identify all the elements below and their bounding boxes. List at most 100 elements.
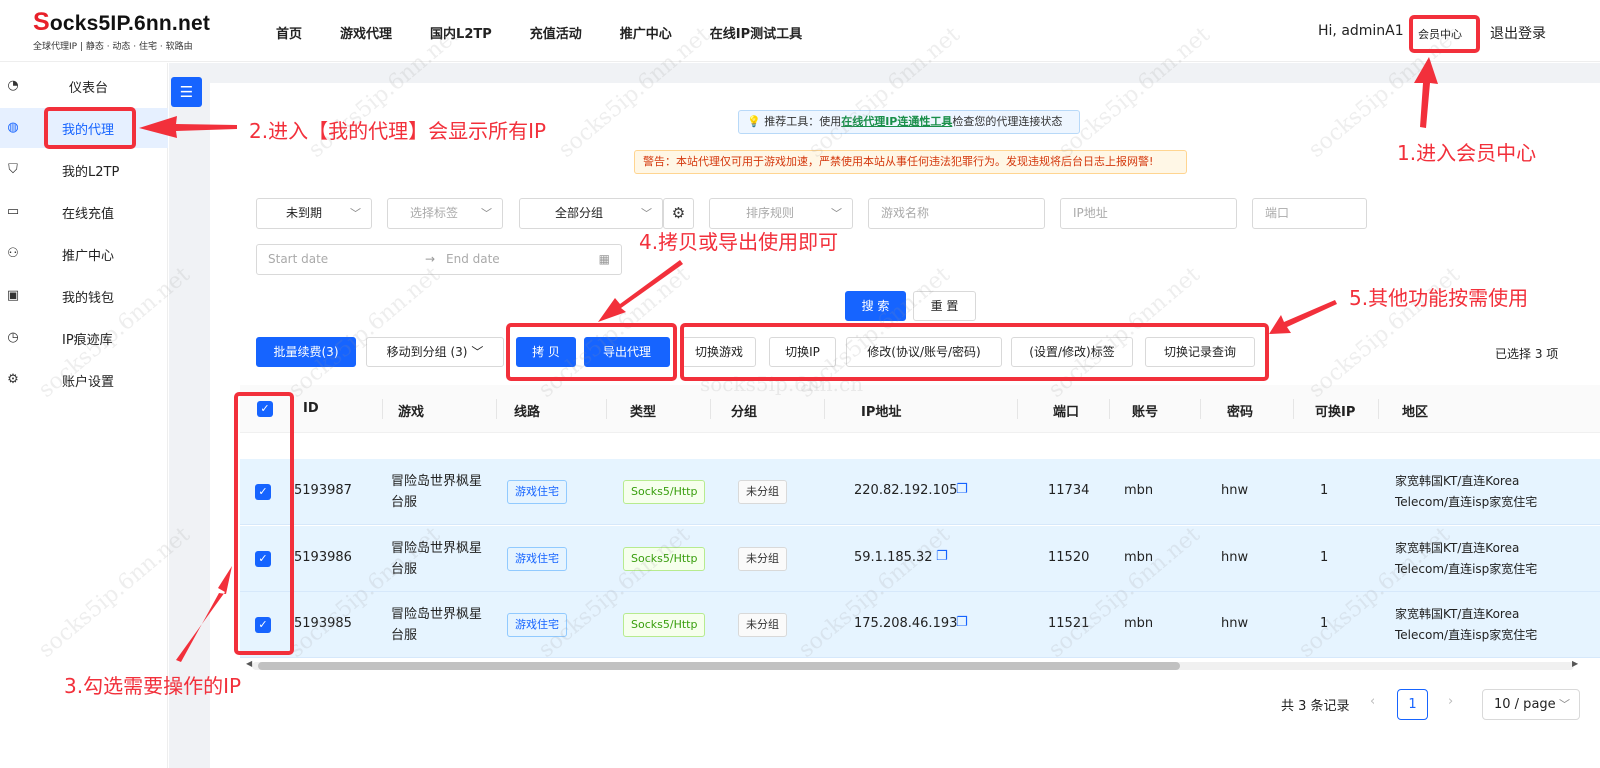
group-value: 全部分组 [555, 206, 604, 220]
page-number-current[interactable]: 1 [1397, 689, 1428, 720]
column-header-ip[interactable]: IP地址 [861, 401, 901, 420]
column-divider [606, 399, 607, 419]
cell-region-line1: 家宽韩国KT/直连Korea [1395, 474, 1520, 488]
column-divider [1200, 399, 1201, 419]
reset-button[interactable]: 重 置 [913, 291, 976, 321]
page-size-select[interactable]: 10 / page ﹀ [1482, 689, 1580, 720]
column-header-port[interactable]: 端口 [1053, 401, 1079, 420]
dashboard-icon: ◔ [7, 78, 19, 93]
prev-page-icon[interactable]: ‹ [1370, 694, 1375, 709]
users-icon: ⚇ [7, 246, 19, 261]
cell-password: hnw [1221, 616, 1249, 631]
group-select[interactable]: 全部分组 ﹀ [519, 198, 663, 229]
date-range-picker[interactable]: Start date → End date ▦ [256, 244, 622, 275]
move-to-group-select[interactable]: 移动到分组 (3) ﹀ [366, 337, 504, 367]
cell-ip: 175.208.46.193 [854, 616, 958, 631]
annotation-step4: 4.拷贝或导出使用即可 [639, 230, 839, 254]
user-greeting: Hi, adminA1 [1318, 23, 1404, 39]
site-logo[interactable]: Socks5IP.6nn.net 全球代理IP | 静态 · 动态 · 住宅 ·… [33, 8, 210, 52]
annotation-step3: 3.勾选需要操作的IP [64, 674, 242, 698]
cell-region-line1: 家宽韩国KT/直连Korea [1395, 607, 1520, 621]
cell-region: 家宽韩国KT/直连Korea Telecom/直连isp家宽住宅 [1395, 538, 1537, 580]
nav-promotion[interactable]: 推广中心 [620, 23, 672, 42]
table-row[interactable]: ✓ 5193987 冒险岛世界枫星 台服 游戏住宅 Socks5/Http 未分组… [240, 459, 1600, 525]
sidebar-item-promotion[interactable]: ⚇ 推广中心 [0, 234, 168, 274]
nav-ip-test-tool[interactable]: 在线IP测试工具 [710, 23, 802, 42]
cell-switchable: 1 [1320, 483, 1329, 498]
sidebar-item-label: 推广中心 [62, 248, 115, 264]
cell-account: mbn [1124, 616, 1154, 631]
scrollbar-thumb[interactable] [258, 662, 1180, 670]
copy-icon[interactable]: ❐ [956, 615, 968, 630]
pagination-total: 共 3 条记录 [1281, 699, 1350, 714]
end-date-input[interactable]: End date [446, 245, 500, 274]
expiry-select[interactable]: 未到期 ﹀ [256, 198, 372, 229]
cell-port: 11734 [1048, 483, 1090, 498]
search-button[interactable]: 搜 索 [845, 291, 906, 321]
ip-tool-link[interactable]: 在线代理IP连通性工具 [841, 115, 952, 128]
sidebar-item-recharge[interactable]: ▭ 在线充值 [0, 192, 168, 232]
sidebar-item-label: 在线充值 [62, 206, 115, 222]
scroll-left-icon[interactable]: ◀ [246, 659, 252, 668]
chevron-down-icon: ﹀ [641, 207, 652, 220]
cell-region-line2: Telecom/直连isp家宽住宅 [1395, 562, 1538, 576]
calendar-icon: ▦ [598, 252, 610, 266]
sidebar-item-wallet[interactable]: ▣ 我的钱包 [0, 276, 168, 316]
copy-icon[interactable]: ❐ [936, 549, 948, 564]
chevron-down-icon: ﹀ [831, 207, 842, 220]
column-header-game[interactable]: 游戏 [398, 401, 424, 420]
column-header-line[interactable]: 线路 [514, 401, 540, 420]
cell-switchable: 1 [1320, 616, 1329, 631]
nav-home[interactable]: 首页 [276, 23, 302, 42]
table-row[interactable]: ✓ 5193985 冒险岛世界枫星 台服 游戏住宅 Socks5/Http 未分组… [240, 592, 1600, 658]
annotation-step5: 5.其他功能按需使用 [1349, 286, 1529, 310]
column-header-account[interactable]: 账号 [1132, 401, 1158, 420]
cell-game-line1: 冒险岛世界枫星 [391, 541, 483, 556]
nav-l2tp[interactable]: 国内L2TP [430, 23, 492, 42]
column-divider [710, 399, 711, 419]
sidebar-item-account-settings[interactable]: ⚙ 账户设置 [0, 360, 168, 400]
sort-select[interactable]: 排序规则 ﹀ [709, 198, 853, 229]
lightbulb-icon: 💡 [747, 115, 761, 128]
nav-recharge[interactable]: 充值活动 [530, 23, 582, 42]
logo-initial: S [33, 8, 50, 36]
sidebar-item-dashboard[interactable]: ◔ 仪表台 [0, 66, 168, 106]
port-input[interactable]: 端口 [1252, 198, 1367, 229]
sidebar-item-my-l2tp[interactable]: ⛉ 我的L2TP [0, 150, 168, 190]
column-header-password[interactable]: 密码 [1227, 401, 1253, 420]
column-header-region[interactable]: 地区 [1402, 401, 1428, 420]
group-tag: 未分组 [738, 613, 787, 637]
column-divider [824, 399, 825, 419]
logo-subtitle: 全球代理IP | 静态 · 动态 · 住宅 · 软路由 [33, 42, 193, 52]
nav-game-proxy[interactable]: 游戏代理 [340, 23, 392, 42]
table-row[interactable]: ✓ 5193986 冒险岛世界枫星 台服 游戏住宅 Socks5/Http 未分组… [240, 526, 1600, 592]
column-header-group[interactable]: 分组 [731, 401, 757, 420]
sidebar-item-ip-history[interactable]: ◷ IP痕迹库 [0, 318, 168, 358]
tag-select[interactable]: 选择标签 ﹀ [387, 198, 503, 229]
logout-link[interactable]: 退出登录 [1490, 23, 1546, 43]
group-settings-button[interactable]: ⚙ [663, 198, 694, 229]
copy-icon[interactable]: ❐ [956, 482, 968, 497]
column-header-type[interactable]: 类型 [630, 401, 656, 420]
table-header: ✓ ID 游戏 线路 类型 分组 IP地址 端口 账号 密码 可换IP 地区 [240, 385, 1600, 433]
batch-renew-button[interactable]: 批量续费(3) [256, 337, 356, 367]
cell-id: 5193987 [294, 483, 352, 498]
sidebar-collapse-button[interactable]: ☰ [171, 77, 202, 107]
column-header-id[interactable]: ID [303, 401, 319, 416]
cell-game-line1: 冒险岛世界枫星 [391, 474, 483, 489]
type-tag: Socks5/Http [623, 547, 706, 571]
group-tag: 未分组 [738, 480, 787, 504]
start-date-input[interactable]: Start date [268, 245, 328, 274]
column-divider [382, 399, 383, 419]
cell-id: 5193986 [294, 550, 352, 565]
next-page-icon[interactable]: › [1448, 694, 1453, 709]
chevron-down-icon: ﹀ [471, 345, 484, 359]
game-name-input[interactable]: 游戏名称 [868, 198, 1045, 229]
scroll-right-icon[interactable]: ▶ [1572, 659, 1578, 668]
ip-address-input[interactable]: IP地址 [1060, 198, 1237, 229]
column-divider [1378, 399, 1379, 419]
line-tag: 游戏住宅 [507, 547, 567, 571]
cell-game-line1: 冒险岛世界枫星 [391, 607, 483, 622]
column-header-switchable[interactable]: 可换IP [1315, 401, 1355, 420]
chevron-down-icon: ﹀ [350, 207, 361, 220]
